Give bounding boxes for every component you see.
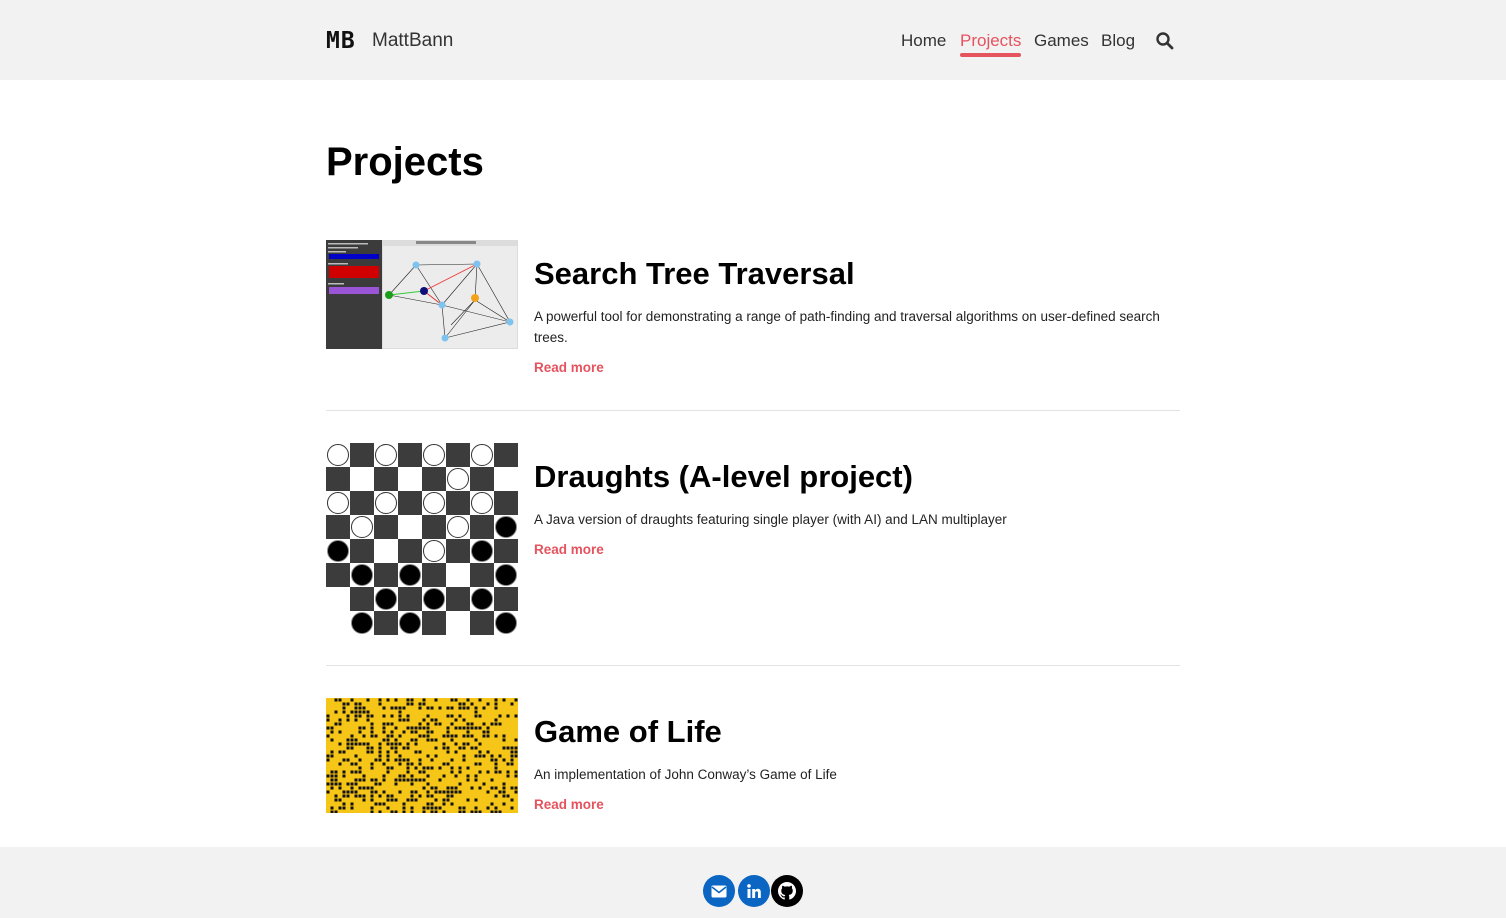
project-title[interactable]: Game of Life (534, 713, 722, 751)
project-description: An implementation of John Conway’s Game … (534, 767, 837, 782)
project-card-game-of-life: Game of Life An implementation of John C… (326, 698, 1180, 813)
search-icon[interactable] (1155, 31, 1175, 51)
graph-app-screenshot (326, 240, 518, 349)
draughts-board (326, 443, 518, 635)
read-more-link[interactable]: Read more (534, 796, 604, 814)
project-card-draughts: Draughts (A-level project) A Java versio… (326, 443, 1180, 635)
active-nav-underline (960, 53, 1022, 57)
read-more-link[interactable]: Read more (534, 541, 604, 559)
site-header: MB MattBann Home Projects Games Blog (0, 0, 1506, 80)
project-description: A Java version of draughts featuring sin… (534, 512, 1007, 527)
nav-home[interactable]: Home (901, 30, 946, 52)
nav-blog[interactable]: Blog (1101, 30, 1135, 52)
site-name[interactable]: MattBann (372, 30, 453, 52)
site-footer (0, 847, 1506, 918)
project-thumbnail-search-tree[interactable] (326, 240, 518, 349)
logo-mark[interactable]: MB (326, 27, 356, 55)
linkedin-icon[interactable] (738, 875, 770, 907)
project-description: A powerful tool for demonstrating a rang… (534, 309, 1160, 345)
nav-games[interactable]: Games (1034, 30, 1089, 52)
page-title: Projects (326, 140, 484, 184)
nav-projects[interactable]: Projects (960, 30, 1022, 57)
project-thumbnail-draughts[interactable] (326, 443, 518, 635)
project-title[interactable]: Draughts (A-level project) (534, 458, 913, 496)
game-of-life-grid (326, 698, 518, 813)
github-icon[interactable] (771, 875, 803, 907)
project-card-search-tree: Search Tree Traversal A powerful tool fo… (326, 240, 1180, 380)
divider (326, 410, 1180, 411)
nav-projects-label: Projects (960, 31, 1022, 50)
divider (326, 665, 1180, 666)
email-icon[interactable] (703, 875, 735, 907)
project-title[interactable]: Search Tree Traversal (534, 255, 855, 293)
project-thumbnail-game-of-life[interactable] (326, 698, 518, 813)
read-more-link[interactable]: Read more (534, 359, 604, 377)
